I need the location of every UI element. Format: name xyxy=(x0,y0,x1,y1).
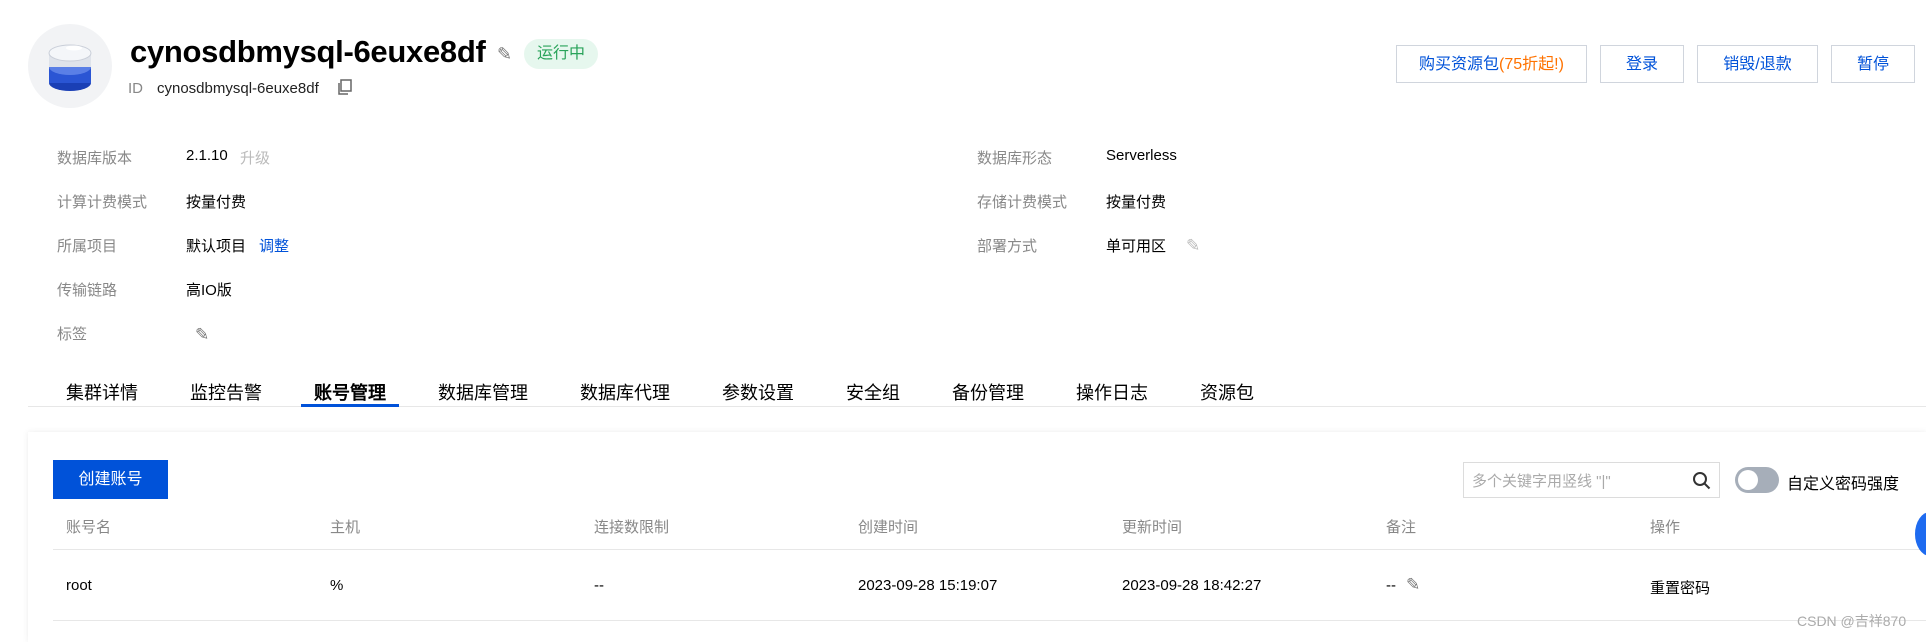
cell-conn-limit: -- xyxy=(594,577,604,594)
login-button[interactable]: 登录 xyxy=(1600,45,1684,83)
tab-db-proxy[interactable]: 数据库代理 xyxy=(580,379,670,405)
column-header-created: 创建时间 xyxy=(858,519,919,536)
watermark: CSDN @吉祥870 xyxy=(1797,613,1907,629)
tab-operation-log[interactable]: 操作日志 xyxy=(1076,379,1148,405)
discount-highlight: (75折起!) xyxy=(1499,56,1564,73)
table-row-divider xyxy=(53,620,1926,621)
column-header-account: 账号名 xyxy=(66,519,112,536)
instance-title: cynosdbmysql-6euxe8df xyxy=(130,34,486,69)
buy-resource-pack-label: 购买资源包 xyxy=(1419,56,1500,73)
db-form-value: Serverless xyxy=(1106,147,1177,164)
tab-resource-pack[interactable]: 资源包 xyxy=(1200,379,1254,405)
tab-cluster-details[interactable]: 集群详情 xyxy=(66,379,138,405)
id-label: ID xyxy=(128,80,143,97)
storage-billing-label: 存储计费模式 xyxy=(977,194,1068,211)
custom-password-toggle[interactable] xyxy=(1735,467,1779,493)
deploy-label: 部署方式 xyxy=(977,238,1038,255)
copy-icon[interactable] xyxy=(336,79,352,100)
buy-resource-pack-button[interactable]: 购买资源包(75折起!) xyxy=(1396,45,1587,83)
edit-tags-icon[interactable]: ✎ xyxy=(195,326,209,343)
create-account-button[interactable]: 创建账号 xyxy=(53,460,168,499)
deploy-value: 单可用区 xyxy=(1106,238,1167,255)
instance-logo xyxy=(28,24,112,108)
tab-databases[interactable]: 数据库管理 xyxy=(438,379,528,405)
toggle-knob xyxy=(1738,470,1758,490)
compute-billing-label: 计算计费模式 xyxy=(57,194,148,211)
tab-accounts[interactable]: 账号管理 xyxy=(314,379,386,405)
cell-remark: -- xyxy=(1386,577,1396,594)
storage-billing-value: 按量付费 xyxy=(1106,194,1167,211)
reset-password-link[interactable]: 重置密码 xyxy=(1650,577,1710,598)
tab-backup[interactable]: 备份管理 xyxy=(952,379,1024,405)
edit-name-icon[interactable]: ✎ xyxy=(497,45,512,63)
active-tab-indicator xyxy=(301,404,399,407)
transport-label: 传输链路 xyxy=(57,282,118,299)
column-header-updated: 更新时间 xyxy=(1122,519,1183,536)
tab-parameters[interactable]: 参数设置 xyxy=(722,379,794,405)
cell-account-name: root xyxy=(66,577,92,594)
db-form-label: 数据库形态 xyxy=(977,150,1053,167)
column-header-actions: 操作 xyxy=(1650,519,1681,536)
edit-remark-icon[interactable]: ✎ xyxy=(1406,576,1420,593)
edit-deploy-icon[interactable]: ✎ xyxy=(1186,237,1200,254)
transport-value: 高IO版 xyxy=(186,282,232,299)
database-icon xyxy=(48,44,92,91)
adjust-project-link[interactable]: 调整 xyxy=(259,235,289,256)
project-value: 默认项目 xyxy=(186,238,247,255)
search-box xyxy=(1463,462,1720,499)
column-header-conn-limit: 连接数限制 xyxy=(594,519,670,536)
cell-updated: 2023-09-28 18:42:27 xyxy=(1122,577,1262,594)
db-version-value: 2.1.10 xyxy=(186,147,228,164)
search-input[interactable] xyxy=(1470,463,1684,499)
upgrade-link[interactable]: 升级 xyxy=(240,147,270,168)
cell-created: 2023-09-28 15:19:07 xyxy=(858,577,998,594)
search-icon[interactable] xyxy=(1692,471,1711,495)
destroy-refund-button[interactable]: 销毁/退款 xyxy=(1697,45,1818,83)
status-badge: 运行中 xyxy=(524,39,599,69)
cell-host: % xyxy=(330,577,344,594)
tab-security-group[interactable]: 安全组 xyxy=(846,379,900,405)
compute-billing-value: 按量付费 xyxy=(186,194,247,211)
db-version-label: 数据库版本 xyxy=(57,150,133,167)
id-value: cynosdbmysql-6euxe8df xyxy=(157,80,319,97)
tags-label: 标签 xyxy=(57,326,88,343)
tab-monitoring[interactable]: 监控告警 xyxy=(190,379,262,405)
project-label: 所属项目 xyxy=(57,238,118,255)
column-header-remark: 备注 xyxy=(1386,519,1417,536)
column-header-host: 主机 xyxy=(330,519,361,536)
custom-password-label: 自定义密码强度 xyxy=(1787,476,1900,493)
pause-button[interactable]: 暂停 xyxy=(1831,45,1915,83)
